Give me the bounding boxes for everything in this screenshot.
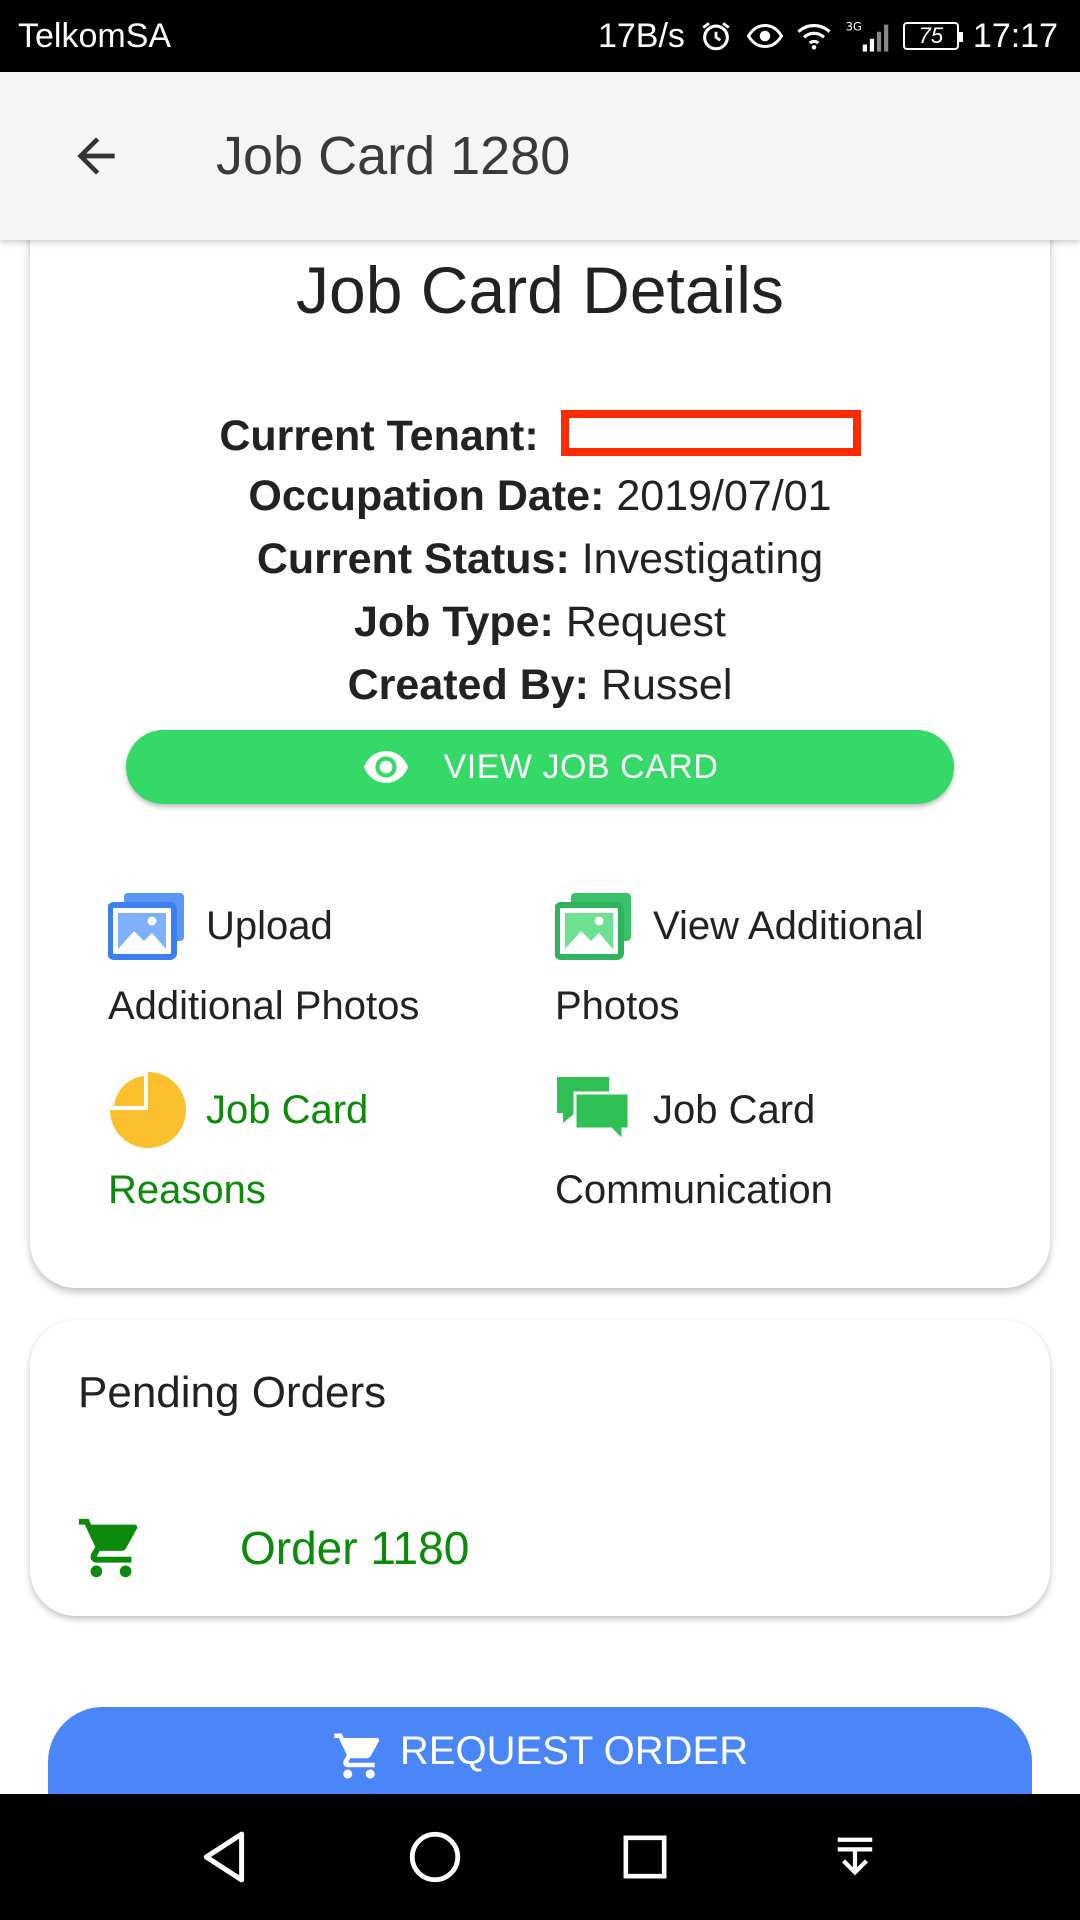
arrow-back-icon [77,137,115,175]
field-label: Current Tenant: [219,412,539,460]
pending-orders-title: Pending Orders [78,1368,387,1417]
field-value: Request [565,598,726,646]
job-card-reasons-action[interactable]: Job Card Reasons [108,1070,528,1230]
nav-recents-button[interactable] [600,1812,690,1902]
field-label: Created By: [347,661,589,709]
chat-icon [555,1070,637,1150]
nav-back-button[interactable] [180,1812,270,1902]
app-bar: Job Card 1280 [0,72,1080,240]
job-card-communication-line1: Job Card [653,1088,816,1132]
view-job-card-label: VIEW JOB CARD [443,747,719,786]
occupation-date-row: Occupation Date: 2019/07/01 [30,472,1050,521]
page-title: Job Card 1280 [216,126,571,186]
job-card-reasons-line2: Reasons [108,1168,266,1212]
field-value: 2019/07/01 [616,472,832,520]
nav-home-button[interactable] [390,1812,480,1902]
recents-square-icon [623,1835,667,1879]
signal-icon: 3G [845,19,889,53]
image-blue-icon [108,886,190,966]
system-nav-bar [0,1794,1080,1920]
field-label: Current Status: [256,535,570,583]
current-status-row: Current Status: Investigating [30,535,1050,584]
order-list-item[interactable]: Order 1180 [76,1508,469,1588]
battery-icon: 75 [902,22,963,50]
job-type-row: Job Type: Request [30,598,1050,647]
eye-icon [363,751,408,783]
field-label: Job Type: [353,598,554,646]
job-card-communication-action[interactable]: Job Card Communication [555,1070,975,1230]
clock: 17:17 [972,16,1058,55]
alarm-icon [699,19,733,53]
cart-icon [334,1733,380,1779]
order-label: Order 1180 [240,1522,470,1574]
job-card-communication-line2: Communication [555,1168,833,1212]
redacted-tenant-name [560,410,861,456]
field-label: Occupation Date: [248,472,605,520]
pie-chart-icon [108,1070,190,1150]
field-value: Investigating [581,535,824,583]
view-job-card-button[interactable]: VIEW JOB CARD [126,730,954,804]
current-tenant-row: Current Tenant: [30,410,1050,461]
job-card-details-card: Job Card Details Current Tenant: Occupat… [30,200,1050,1288]
eye-comfort-icon [746,21,783,51]
upload-photos-line2: Additional Photos [108,984,420,1028]
job-card-reasons-line1: Job Card [206,1088,369,1132]
pending-orders-card: Pending Orders Order 1180 [30,1320,1050,1616]
view-photos-line1: View Additional [653,904,924,948]
field-value: Russel [600,661,733,709]
details-title: Job Card Details [296,253,784,327]
view-photos-line2: Photos [555,984,680,1028]
back-triangle-icon [203,1831,245,1883]
nav-notification-button[interactable] [810,1812,900,1902]
request-order-label: REQUEST ORDER [399,1729,749,1773]
svg-text:3G: 3G [846,19,862,33]
notification-pull-icon [837,1837,873,1876]
created-by-row: Created By: Russel [30,661,1050,710]
upload-photos-line1: Upload [206,904,333,948]
status-bar: TelkomSA 17B/s 3G 75 17:17 [0,0,1080,72]
network-speed: 17B/s [597,16,685,55]
cart-icon [78,1518,138,1578]
back-button[interactable] [46,106,146,206]
image-green-icon [555,886,637,966]
upload-photos-action[interactable]: Upload Additional Photos [108,886,528,1046]
home-circle-icon [409,1831,461,1883]
wifi-icon [797,21,831,51]
status-icons: 17B/s 3G 75 17:17 [598,17,1058,56]
view-photos-action[interactable]: View Additional Photos [555,886,975,1046]
carrier-name: TelkomSA [18,16,172,55]
